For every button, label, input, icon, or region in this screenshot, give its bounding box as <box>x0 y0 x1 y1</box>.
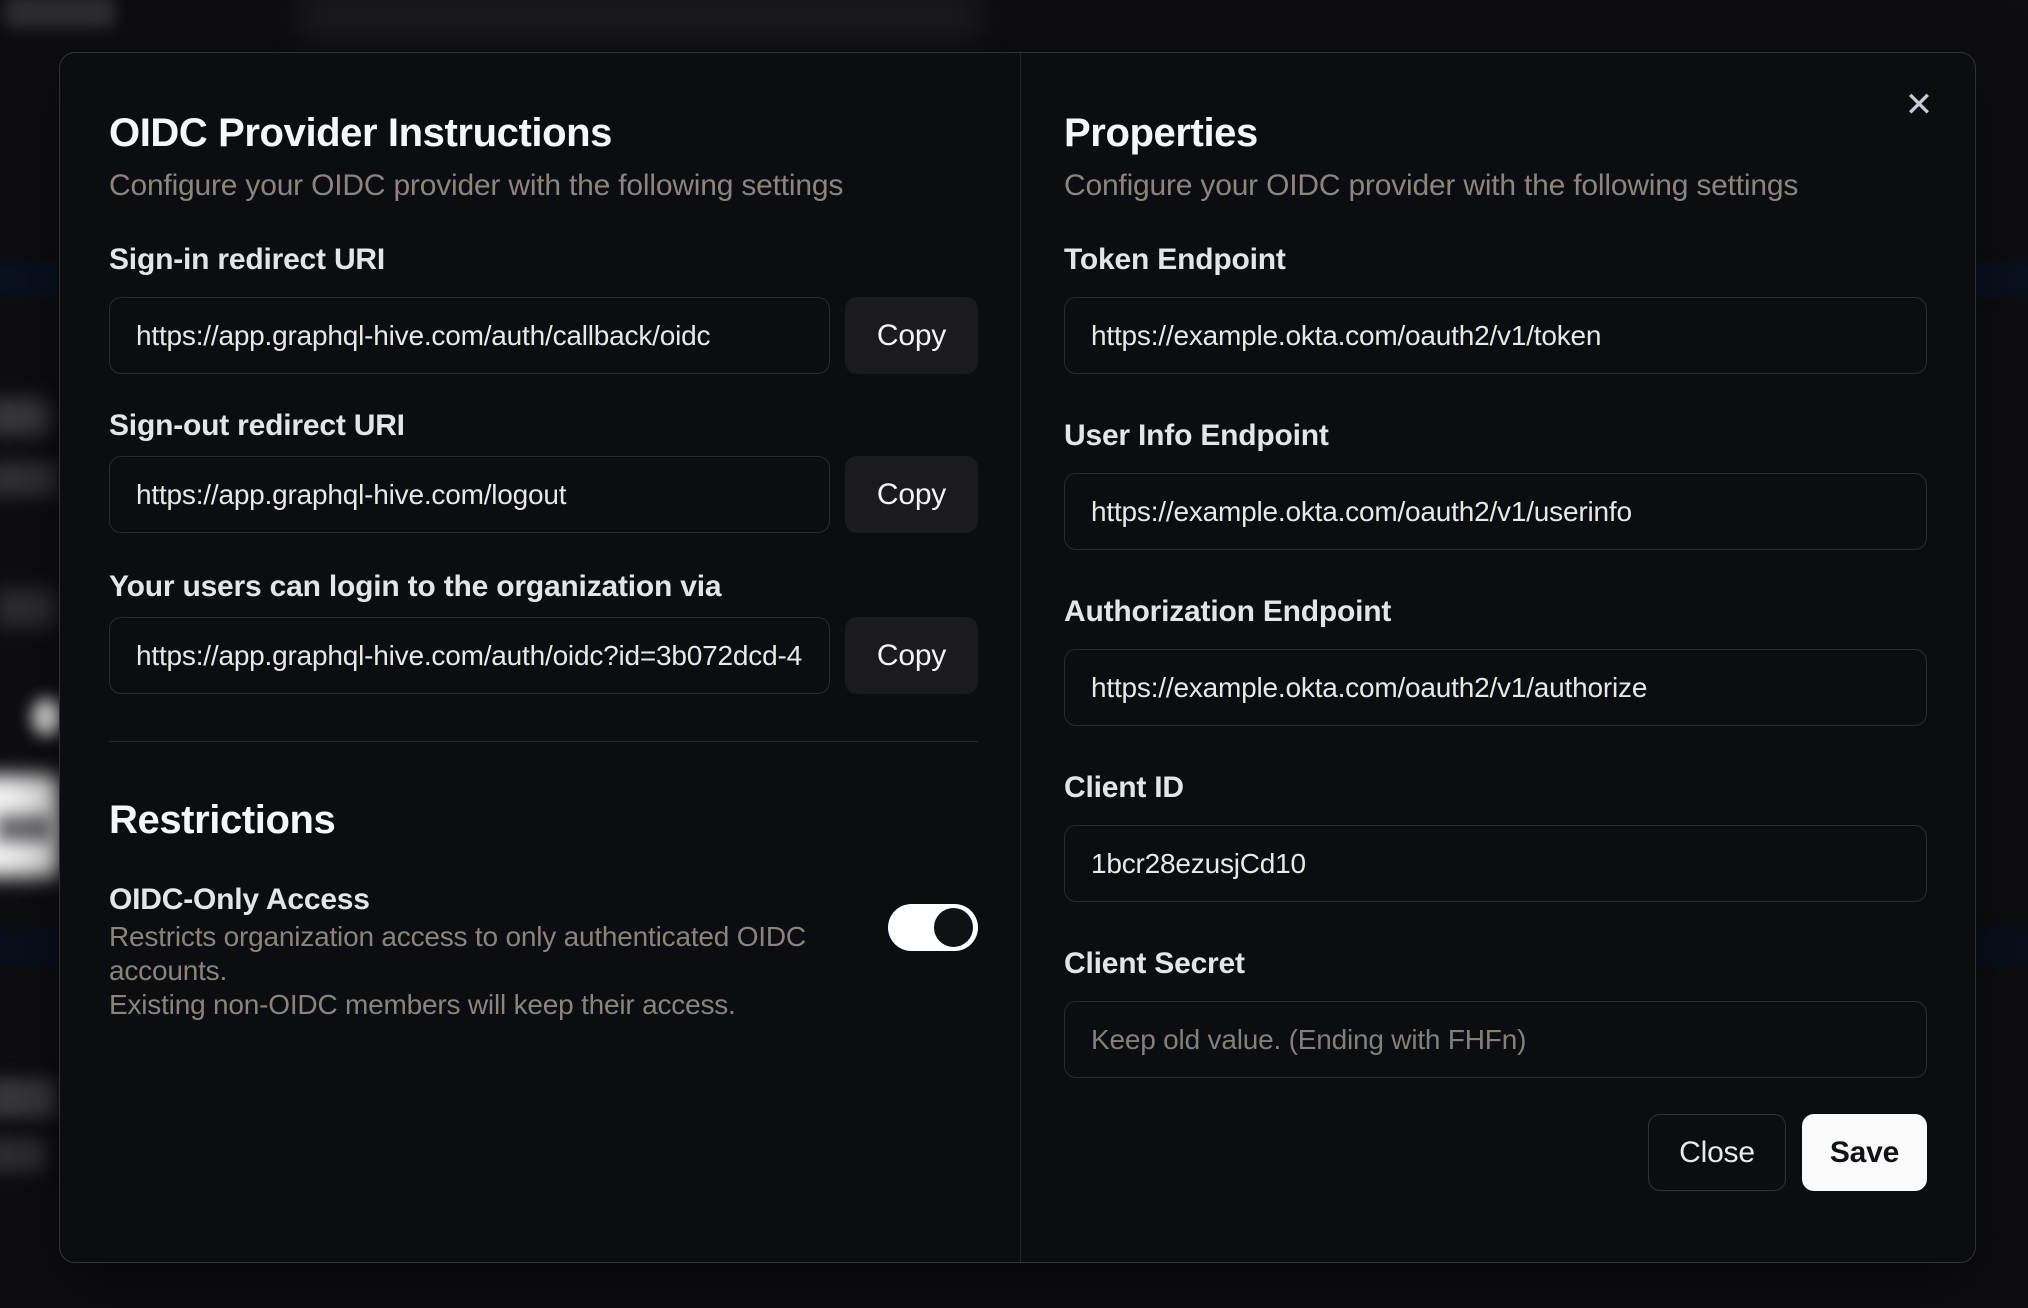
properties-title: Properties <box>1064 111 1258 155</box>
oidc-settings-dialog: OIDC Provider Instructions Configure you… <box>59 52 1976 1263</box>
instructions-title: OIDC Provider Instructions <box>109 111 613 155</box>
copy-sign-out-uri-button[interactable]: Copy <box>845 456 978 533</box>
client-id-input[interactable] <box>1064 825 1927 902</box>
background-fragment <box>0 1138 46 1172</box>
instructions-subtitle: Configure your OIDC provider with the fo… <box>109 169 844 202</box>
restrictions-title: Restrictions <box>109 798 336 842</box>
save-button[interactable]: Save <box>1802 1114 1927 1191</box>
user-info-endpoint-input[interactable] <box>1064 473 1927 550</box>
properties-subtitle: Configure your OIDC provider with the fo… <box>1064 169 1799 202</box>
dialog-footer: Close Save <box>1064 1114 1927 1191</box>
section-divider <box>109 741 978 742</box>
client-id-label: Client ID <box>1064 771 1184 804</box>
background-fragment <box>300 0 980 42</box>
toggle-knob <box>934 908 973 947</box>
authorization-endpoint-label: Authorization Endpoint <box>1064 595 1392 628</box>
background-fragment <box>32 698 62 736</box>
client-secret-input[interactable] <box>1064 1001 1927 1078</box>
sign-in-redirect-uri-row: Copy <box>109 297 978 374</box>
organization-login-uri-input[interactable] <box>109 617 830 694</box>
authorization-endpoint-input[interactable] <box>1064 649 1927 726</box>
sign-out-redirect-uri-input[interactable] <box>109 456 830 533</box>
user-info-endpoint-label: User Info Endpoint <box>1064 419 1329 452</box>
background-fragment <box>0 1078 56 1118</box>
oidc-only-access-description-line2: Existing non-OIDC members will keep thei… <box>109 989 736 1020</box>
copy-login-uri-button[interactable]: Copy <box>845 617 978 694</box>
sign-in-redirect-uri-label: Sign-in redirect URI <box>109 243 386 276</box>
page: { "dialog": { "close_icon": "✕", "left":… <box>0 0 2028 1308</box>
background-fragment <box>5 0 115 28</box>
oidc-only-access-label: OIDC-Only Access <box>109 883 370 916</box>
sign-out-redirect-uri-row: Copy <box>109 456 978 533</box>
token-endpoint-input[interactable] <box>1064 297 1927 374</box>
background-fragment <box>0 588 58 628</box>
background-fragment <box>0 462 58 496</box>
instructions-column: OIDC Provider Instructions Configure you… <box>60 53 1021 1262</box>
sign-out-redirect-uri-label: Sign-out redirect URI <box>109 409 405 442</box>
token-endpoint-label: Token Endpoint <box>1064 243 1286 276</box>
background-fragment <box>0 775 60 877</box>
properties-column: Properties Configure your OIDC provider … <box>1021 53 1975 1262</box>
organization-login-uri-label: Your users can login to the organization… <box>109 570 722 603</box>
copy-sign-in-uri-button[interactable]: Copy <box>845 297 978 374</box>
oidc-only-access-description-line1: Restricts organization access to only au… <box>109 921 806 986</box>
organization-login-uri-row: Copy <box>109 617 978 694</box>
client-secret-label: Client Secret <box>1064 947 1245 980</box>
close-icon[interactable]: ✕ <box>1891 77 1947 133</box>
sign-in-redirect-uri-input[interactable] <box>109 297 830 374</box>
oidc-only-access-row: OIDC-Only Access Restricts organization … <box>109 880 978 1022</box>
background-fragment <box>0 398 50 436</box>
close-button[interactable]: Close <box>1648 1114 1786 1191</box>
background-fragment <box>0 815 52 842</box>
oidc-only-access-toggle[interactable] <box>888 904 978 951</box>
